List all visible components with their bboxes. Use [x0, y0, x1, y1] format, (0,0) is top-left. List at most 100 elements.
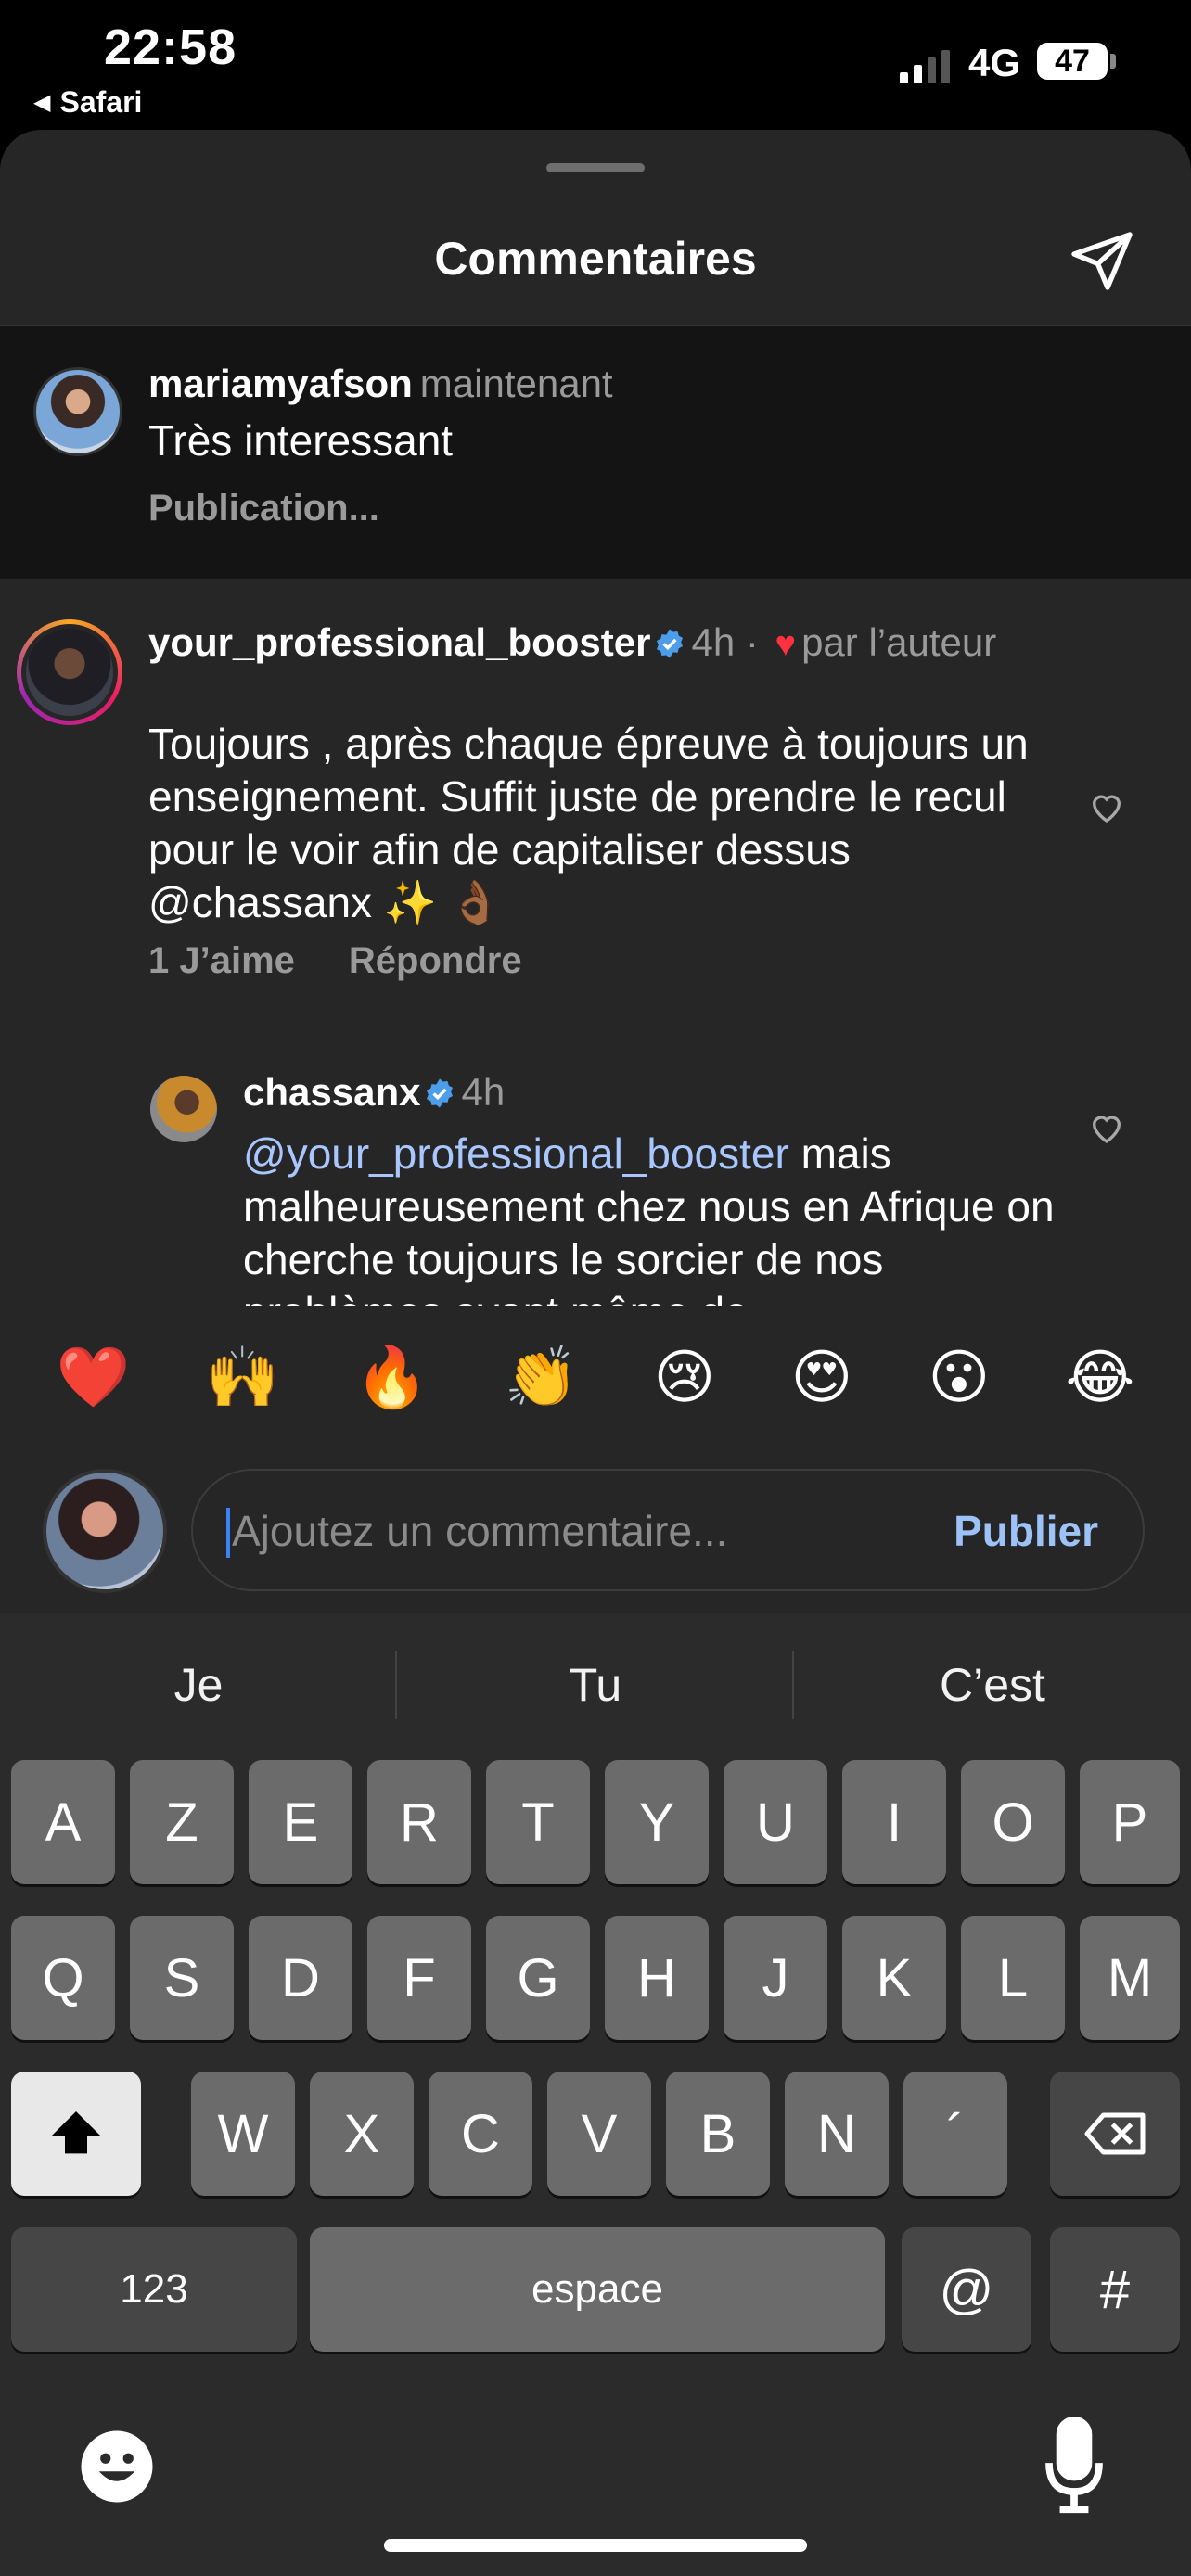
predictive-bar: Je Tu C’est: [0, 1613, 1191, 1756]
reaction-laugh[interactable]: 😂: [1066, 1343, 1135, 1412]
key-b[interactable]: B: [666, 2072, 770, 2196]
sheet-title: Commentaires: [434, 233, 757, 285]
verified-badge-icon: [657, 629, 684, 658]
home-indicator[interactable]: [384, 2539, 807, 2552]
key-u[interactable]: U: [724, 1760, 827, 1884]
key-h[interactable]: H: [605, 1916, 709, 2040]
status-time: 22:58: [104, 19, 237, 75]
reply-button[interactable]: Répondre: [349, 940, 522, 982]
like-heart-icon[interactable]: [1087, 1109, 1126, 1146]
reaction-clap[interactable]: 👏: [505, 1343, 579, 1412]
verified-badge-icon: [427, 1078, 454, 1108]
liked-by-author-label: par l’auteur: [801, 620, 997, 664]
status-bar: 22:58 ◀ Safari 4G 47: [0, 0, 1191, 130]
key-q[interactable]: Q: [11, 1916, 115, 2040]
key-s[interactable]: S: [130, 1916, 234, 2040]
reaction-cry[interactable]: 😢: [654, 1343, 716, 1412]
space-key[interactable]: espace: [310, 2227, 885, 2352]
comments-sheet: Commentaires mariamyafson maintenant Très…: [0, 130, 1191, 1613]
key-p[interactable]: P: [1080, 1760, 1180, 1884]
network-type: 4G: [968, 41, 1021, 84]
like-heart-icon[interactable]: [1087, 788, 1126, 825]
shift-key[interactable]: [11, 2072, 141, 2196]
hash-key[interactable]: #: [1050, 2227, 1180, 2352]
back-triangle-icon: ◀: [33, 90, 51, 115]
back-app-label: Safari: [59, 85, 143, 119]
key-i[interactable]: I: [842, 1760, 946, 1884]
comment-username[interactable]: chassanx: [243, 1070, 420, 1114]
key-t[interactable]: T: [486, 1760, 590, 1884]
comment-item: your_professional_booster 4h · ♥ par l’aut…: [0, 579, 1191, 1042]
comment-header: mariamyafson maintenant: [148, 362, 613, 406]
reaction-surprised[interactable]: 😮: [928, 1343, 991, 1412]
comment-time: 4h: [461, 1070, 506, 1114]
key-v[interactable]: V: [547, 2072, 651, 2196]
key-x[interactable]: X: [310, 2072, 414, 2196]
key-y[interactable]: Y: [605, 1760, 709, 1884]
emoji-keyboard-icon[interactable]: [78, 2428, 156, 2506]
suggestion-item[interactable]: Je: [0, 1613, 397, 1756]
key-j[interactable]: J: [724, 1916, 827, 2040]
at-key[interactable]: @: [902, 2227, 1031, 2352]
comment-username[interactable]: mariamyafson: [148, 362, 413, 405]
backspace-icon: [1084, 2112, 1146, 2155]
key-z[interactable]: Z: [130, 1760, 234, 1884]
key-a[interactable]: A: [11, 1760, 115, 1884]
comment-text: Très interessant: [148, 416, 454, 465]
key-f[interactable]: F: [367, 1916, 471, 2040]
avatar[interactable]: [17, 619, 122, 725]
comment-time: maintenant: [419, 362, 613, 405]
comment-header: chassanx 4h: [243, 1070, 505, 1115]
key-n[interactable]: N: [785, 2072, 889, 2196]
key-accent[interactable]: ´: [903, 2072, 1007, 2196]
current-user-avatar: [43, 1469, 167, 1593]
divider: [395, 1651, 397, 1719]
sheet-grabber[interactable]: [546, 163, 645, 172]
reaction-raised-hands[interactable]: 🙌: [206, 1343, 280, 1412]
comment-text: Toujours , après chaque épreuve à toujou…: [148, 720, 1029, 926]
avatar[interactable]: [33, 367, 122, 456]
comment-username[interactable]: your_professional_booster: [148, 620, 650, 664]
separator-dot: ·: [735, 620, 770, 664]
mention-link[interactable]: @your_professional_booster: [243, 1129, 789, 1178]
numbers-key[interactable]: 123: [11, 2227, 297, 2352]
reaction-heart-eyes[interactable]: 😍: [791, 1343, 853, 1412]
divider: [792, 1651, 794, 1719]
key-k[interactable]: K: [842, 1916, 946, 2040]
battery-cap: [1110, 54, 1116, 69]
avatar[interactable]: [150, 1076, 217, 1142]
key-g[interactable]: G: [486, 1916, 590, 2040]
microphone-icon[interactable]: [1044, 2417, 1104, 2517]
battery-icon: 47: [1037, 43, 1108, 80]
pending-comment: mariamyafson maintenant Très interessant …: [0, 326, 1191, 579]
cellular-signal-icon: [900, 46, 950, 83]
publish-button[interactable]: Publier: [954, 1506, 1098, 1556]
key-l[interactable]: L: [961, 1916, 1065, 2040]
comment-actions: 1 J’aime Répondre: [148, 940, 522, 982]
avatar-photo: [26, 629, 113, 716]
suggestion-item[interactable]: C’est: [794, 1613, 1191, 1756]
key-d[interactable]: D: [249, 1916, 352, 2040]
comment-time: 4h: [691, 620, 736, 664]
key-e[interactable]: E: [249, 1760, 352, 1884]
shift-arrow-icon: [51, 2111, 101, 2154]
back-to-safari-link[interactable]: ◀ Safari: [33, 85, 142, 120]
comment-composer: ❤️ 🙌 🔥 👏 😢 😍 😮 😂 Ajoutez un commentaire.…: [0, 1306, 1191, 1613]
delete-key[interactable]: [1050, 2072, 1180, 2196]
publishing-status: Publication...: [148, 488, 379, 529]
paper-plane-icon[interactable]: [1069, 226, 1135, 293]
key-w[interactable]: W: [191, 2072, 295, 2196]
suggestion-item[interactable]: Tu: [397, 1613, 794, 1756]
reaction-heart[interactable]: ❤️: [57, 1343, 131, 1412]
text-caret: [226, 1508, 230, 1558]
heart-filled-icon: ♥: [775, 625, 797, 664]
key-r[interactable]: R: [367, 1760, 471, 1884]
key-o[interactable]: O: [961, 1760, 1065, 1884]
reaction-fire[interactable]: 🔥: [355, 1343, 429, 1412]
key-m[interactable]: M: [1080, 1916, 1180, 2040]
likes-count-link[interactable]: 1 J’aime: [148, 940, 295, 982]
key-c[interactable]: C: [429, 2072, 532, 2196]
comment-placeholder: Ajoutez un commentaire...: [232, 1507, 728, 1555]
comment-header: your_professional_booster 4h · ♥ par l’aut…: [148, 619, 1039, 668]
comment-input[interactable]: Ajoutez un commentaire... Publier: [191, 1469, 1145, 1591]
